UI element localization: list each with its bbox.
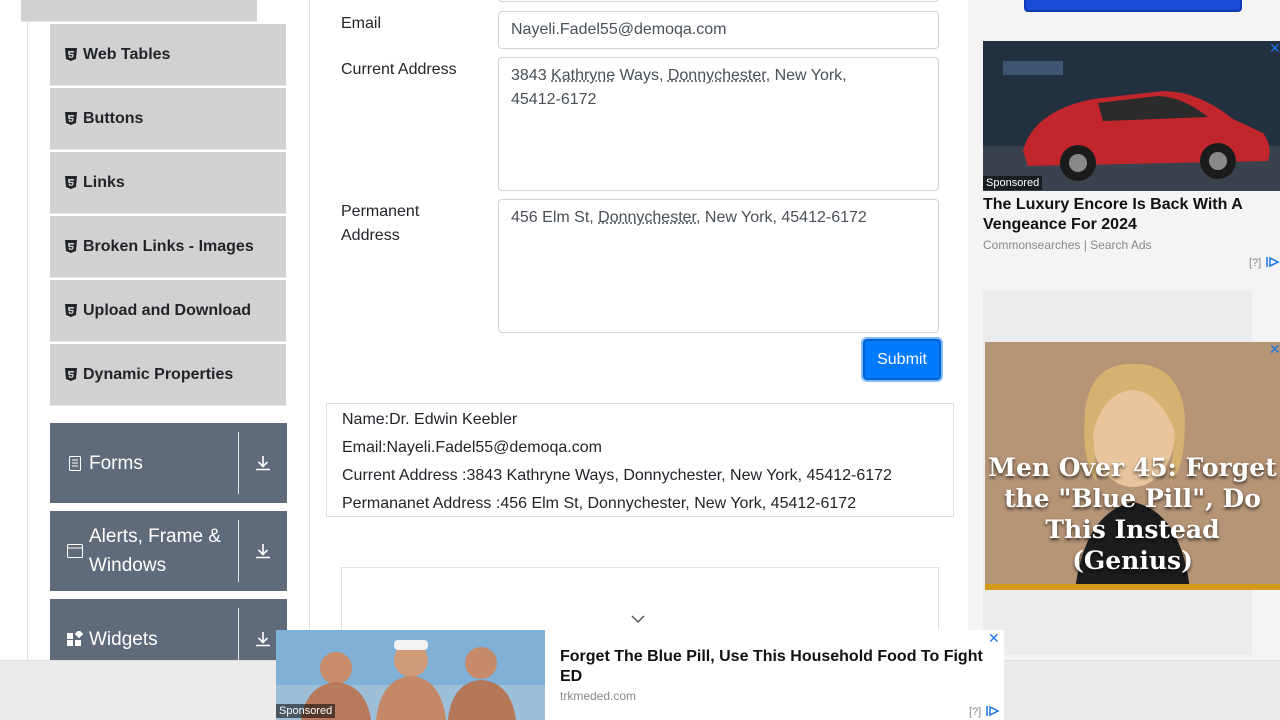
sidebar-item-label: Upload and Download	[83, 301, 251, 319]
address-text: , New York, 45412-6172	[696, 209, 867, 226]
car-ad-source[interactable]: Commonsearches | Search Ads	[983, 238, 1152, 252]
html5-icon	[65, 112, 77, 125]
group-label: Alerts, Frame & Windows	[89, 526, 221, 576]
address-text: Kathryne	[551, 67, 616, 84]
group-divider	[238, 432, 239, 494]
email-label: Email	[341, 15, 382, 32]
bottom-ad-source[interactable]: trkmeded.com	[560, 689, 636, 703]
adchoices-icon[interactable]	[986, 705, 1000, 720]
bottom-ad-title[interactable]: Forget The Blue Pill, Use This Household…	[560, 647, 990, 687]
left-gutter	[0, 0, 28, 720]
sidebar-item-links[interactable]: Links	[50, 152, 286, 214]
output-email: Email:Nayeli.Fadel55@demoqa.com	[342, 439, 602, 456]
sidebar-item-web-tables[interactable]: Web Tables	[50, 24, 286, 86]
output-panel: Name:Dr. Edwin Keebler Email:Nayeli.Fade…	[326, 403, 954, 517]
close-icon[interactable]: ✕	[988, 630, 1000, 647]
form-icon	[67, 455, 83, 471]
address-text: Donnychester	[667, 67, 766, 84]
car-ad-title[interactable]: The Luxury Encore Is Back With A Vengean…	[983, 195, 1273, 235]
download-icon[interactable]	[239, 455, 287, 471]
html5-icon	[65, 304, 77, 317]
ad-top-button[interactable]	[1024, 0, 1242, 12]
group-label: Widgets	[89, 628, 158, 650]
email-field[interactable]: Nayeli.Fadel55@demoqa.com	[498, 11, 939, 49]
bottom-ad[interactable]: Sponsored Forget The Blue Pill, Use This…	[276, 630, 1004, 720]
car-ad-image[interactable]	[983, 41, 1280, 191]
html5-icon	[65, 368, 77, 381]
html5-icon	[65, 176, 77, 189]
permanent-address-label: Permanent Address	[341, 203, 420, 244]
address-text: 45412-6172	[511, 91, 597, 108]
html5-icon	[65, 48, 77, 61]
window-icon	[67, 543, 83, 559]
sponsored-tag: Sponsored	[983, 176, 1043, 190]
sponsored-tag: Sponsored	[276, 704, 336, 718]
sidebar-item-label: Broken Links - Images	[83, 237, 254, 255]
page: Web Tables Buttons Links Broken Links - …	[0, 0, 1280, 720]
submit-button[interactable]: Submit	[863, 339, 941, 380]
sidebar-item-label: Dynamic Properties	[83, 365, 234, 383]
group-divider	[238, 520, 239, 582]
blonde-ad-headline: Men Over 45: Forget the "Blue Pill", Do …	[988, 453, 1277, 575]
address-text: 456 Elm St,	[511, 209, 599, 226]
address-text: Ways,	[615, 67, 668, 84]
permanent-address-field[interactable]: 456 Elm St, Donnychester, New York, 4541…	[498, 199, 939, 333]
sidebar-item-label: Buttons	[83, 109, 144, 127]
output-current-address: Current Address :3843 Kathryne Ways, Don…	[342, 467, 892, 484]
close-icon[interactable]: ✕	[1269, 341, 1280, 358]
sidebar-item-partial[interactable]	[21, 0, 257, 22]
address-text: 3843	[511, 67, 552, 84]
ad-help-link[interactable]: [?]	[969, 706, 981, 718]
adchoices-icon[interactable]	[1266, 256, 1280, 271]
sidebar-group-forms[interactable]: Forms	[50, 423, 287, 503]
current-address-field[interactable]: 3843 Kathryne Ways, Donnychester, New Yo…	[498, 57, 939, 191]
sidebar-item-buttons[interactable]: Buttons	[50, 88, 286, 150]
chevron-down-icon[interactable]	[630, 612, 646, 630]
sidebar-item-upload-download[interactable]: Upload and Download	[50, 280, 286, 342]
sidebar-group-alerts[interactable]: Alerts, Frame & Windows	[50, 511, 287, 591]
sidebar-item-label: Links	[83, 173, 125, 191]
ad-help-link[interactable]: [?]	[1249, 257, 1261, 269]
address-text: , New York,	[765, 67, 847, 84]
previous-field-partial[interactable]	[498, 0, 939, 2]
group-label: Forms	[89, 452, 143, 474]
sidebar-item-label: Web Tables	[83, 45, 171, 63]
blonde-ad-image[interactable]: Men Over 45: Forget the "Blue Pill", Do …	[985, 342, 1280, 590]
current-address-label: Current Address	[341, 61, 457, 78]
address-text: Donnychester	[598, 209, 696, 226]
sidebar-item-dynamic-properties[interactable]: Dynamic Properties	[50, 344, 286, 406]
download-icon[interactable]	[239, 543, 287, 559]
sidebar-item-broken-links[interactable]: Broken Links - Images	[50, 216, 286, 278]
output-permanent-address: Permananet Address :456 Elm St, Donnyche…	[342, 495, 857, 512]
output-name: Name:Dr. Edwin Keebler	[342, 411, 518, 428]
close-icon[interactable]: ✕	[1269, 40, 1280, 57]
widgets-icon	[67, 631, 83, 647]
html5-icon	[65, 240, 77, 253]
